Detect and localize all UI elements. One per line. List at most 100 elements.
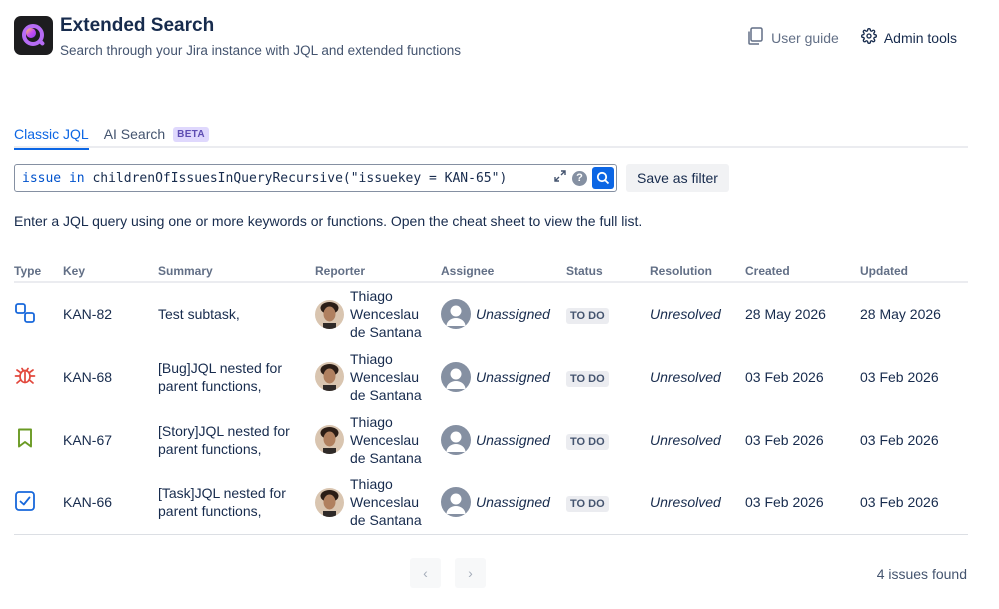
issue-key-link[interactable]: KAN-66 — [63, 471, 158, 535]
unassigned-avatar-icon — [441, 487, 471, 518]
table-header-row: Type Key Summary Reporter Assignee Statu… — [14, 260, 968, 283]
assignee-cell: Unassigned — [441, 487, 566, 518]
help-icon[interactable]: ? — [572, 170, 587, 186]
reporter-cell: Thiago Wenceslau de Santana — [315, 475, 441, 529]
table-row[interactable]: KAN-68 [Bug]JQL nested for parent functi… — [14, 345, 968, 408]
resolution-value: Unresolved — [650, 431, 721, 448]
column-header-created[interactable]: Created — [745, 260, 860, 283]
created-date: 03 Feb 2026 — [745, 471, 860, 535]
task-icon — [14, 490, 36, 515]
app-header: Extended Search Search through your Jira… — [14, 15, 461, 58]
issue-summary[interactable]: [Bug]JQL nested for parent functions, — [158, 359, 298, 395]
reporter-cell: Thiago Wenceslau de Santana — [315, 413, 441, 467]
assignee-name: Unassigned — [476, 306, 550, 322]
bug-icon — [14, 367, 36, 389]
issue-key-link[interactable]: KAN-68 — [63, 345, 158, 408]
jql-query-text: issue in childrenOfIssuesInQueryRecursiv… — [22, 171, 507, 186]
updated-date: 28 May 2026 — [860, 306, 941, 322]
query-icons: ? — [553, 166, 614, 190]
jql-hint-text: Enter a JQL query using one or more keyw… — [14, 213, 643, 229]
unassigned-avatar-icon — [441, 299, 471, 329]
user-guide-button[interactable]: User guide — [747, 27, 839, 48]
previous-page-button[interactable]: ‹ — [410, 558, 441, 588]
column-header-key[interactable]: Key — [63, 260, 158, 283]
assignee-cell: Unassigned — [441, 424, 566, 455]
issue-summary[interactable]: [Task]JQL nested for parent functions, — [158, 484, 298, 520]
column-header-summary[interactable]: Summary — [158, 260, 315, 283]
save-as-filter-button[interactable]: Save as filter — [626, 164, 729, 192]
status-badge: TO DO — [566, 496, 609, 513]
user-guide-label: User guide — [771, 29, 839, 46]
column-header-type[interactable]: Type — [14, 260, 63, 283]
column-header-resolution[interactable]: Resolution — [650, 260, 745, 283]
tab-classic-jql[interactable]: Classic JQL — [14, 120, 89, 150]
admin-tools-button[interactable]: Admin tools — [860, 28, 957, 47]
reporter-name: Thiago Wenceslau de Santana — [350, 476, 422, 529]
chevron-left-icon: ‹ — [423, 565, 428, 581]
jql-function: childrenOfIssuesInQueryRecursive("issuek… — [92, 170, 508, 186]
tab-label: AI Search — [103, 126, 166, 142]
created-date: 03 Feb 2026 — [745, 431, 824, 448]
column-header-updated[interactable]: Updated — [860, 260, 968, 283]
created-date: 28 May 2026 — [745, 306, 826, 322]
query-row: issue in childrenOfIssuesInQueryRecursiv… — [14, 164, 729, 192]
reporter-avatar — [315, 425, 344, 454]
assignee-name: Unassigned — [476, 368, 550, 385]
app-subtitle: Search through your Jira instance with J… — [60, 43, 461, 58]
expand-icon[interactable] — [553, 169, 567, 188]
issue-key-link[interactable]: KAN-82 — [63, 282, 158, 345]
search-button[interactable] — [592, 167, 614, 189]
reporter-avatar — [315, 299, 344, 329]
issue-key-link[interactable]: KAN-67 — [63, 408, 158, 471]
created-date: 03 Feb 2026 — [745, 368, 824, 385]
table-row[interactable]: KAN-67 [Story]JQL nested for parent func… — [14, 408, 968, 471]
pagination: ‹ › — [410, 558, 486, 588]
app-title: Extended Search — [60, 15, 215, 36]
updated-date: 03 Feb 2026 — [860, 471, 968, 535]
chevron-right-icon: › — [468, 565, 473, 581]
header-actions: User guide Admin tools — [747, 27, 957, 48]
jql-query-input[interactable]: issue in childrenOfIssuesInQueryRecursiv… — [14, 164, 617, 192]
resolution-value: Unresolved — [650, 471, 745, 535]
tab-label: Classic JQL — [14, 126, 89, 142]
unassigned-avatar-icon — [441, 424, 471, 455]
updated-date: 03 Feb 2026 — [860, 368, 939, 385]
result-count: 4 issues found — [876, 566, 967, 582]
reporter-name: Thiago Wenceslau de Santana — [350, 350, 422, 403]
status-badge: TO DO — [566, 370, 609, 387]
issue-summary[interactable]: Test subtask, — [158, 305, 298, 323]
reporter-cell: Thiago Wenceslau de Santana — [315, 287, 441, 341]
search-icon — [596, 171, 610, 185]
document-icon — [747, 27, 764, 48]
column-header-assignee[interactable]: Assignee — [441, 260, 566, 283]
reporter-name: Thiago Wenceslau de Santana — [350, 413, 422, 466]
reporter-avatar — [315, 362, 344, 391]
issue-summary[interactable]: [Story]JQL nested for parent functions, — [158, 422, 298, 458]
jql-keyword-in: in — [68, 170, 85, 186]
unassigned-avatar-icon — [441, 361, 471, 392]
assignee-name: Unassigned — [476, 431, 550, 448]
tab-ai-search[interactable]: AI Search BETA — [104, 120, 209, 148]
reporter-cell: Thiago Wenceslau de Santana — [315, 350, 441, 404]
app-logo-icon — [14, 16, 53, 55]
assignee-cell: Unassigned — [441, 299, 566, 329]
column-header-reporter[interactable]: Reporter — [315, 260, 441, 283]
column-header-status[interactable]: Status — [566, 260, 650, 283]
admin-tools-label: Admin tools — [883, 29, 957, 46]
reporter-name: Thiago Wenceslau de Santana — [350, 288, 422, 340]
resolution-value: Unresolved — [650, 368, 721, 385]
table-row[interactable]: KAN-66 [Task]JQL nested for parent funct… — [14, 471, 968, 535]
subtask-icon — [14, 302, 36, 327]
gear-icon — [860, 28, 877, 47]
next-page-button[interactable]: › — [455, 558, 486, 588]
search-mode-tabs: Classic JQL AI Search BETA — [14, 120, 968, 150]
table-row[interactable]: KAN-82 Test subtask, Thiago Wenceslau de… — [14, 282, 968, 345]
status-badge: TO DO — [566, 433, 609, 450]
beta-badge: BETA — [173, 127, 209, 142]
reporter-avatar — [315, 487, 344, 517]
story-icon — [14, 428, 36, 452]
assignee-cell: Unassigned — [441, 361, 566, 392]
updated-date: 03 Feb 2026 — [860, 431, 939, 448]
status-badge: TO DO — [566, 308, 609, 324]
resolution-value: Unresolved — [650, 306, 721, 322]
